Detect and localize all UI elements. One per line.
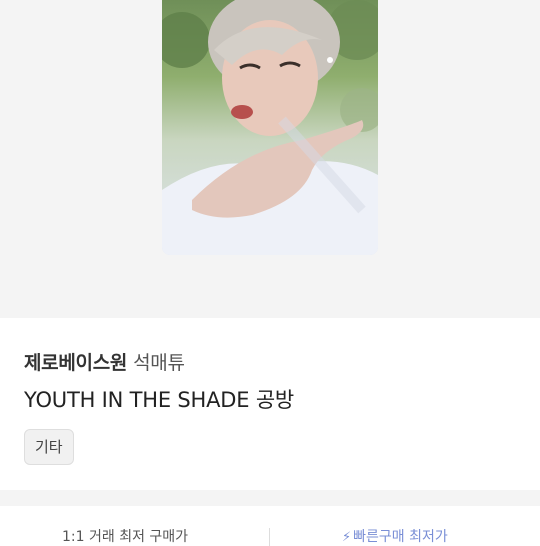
album-title: YOUTH IN THE SHADE 공방 (24, 388, 295, 412)
product-image-area (0, 0, 540, 318)
product-photo[interactable] (162, 0, 378, 255)
member-name: 석매튜 (133, 352, 185, 374)
product-info: 제로베이스원 석매튜 YOUTH IN THE SHADE 공방 기타 (0, 318, 540, 490)
quick-buy-lowest-price-tab[interactable]: ⚡ 빠른구매 최저가 (342, 526, 448, 546)
group-name: 제로베이스원 (24, 352, 128, 374)
photocard-illustration (162, 0, 378, 255)
category-chip[interactable]: 기타 (24, 429, 74, 465)
product-title-line1: 제로베이스원 석매튜 (24, 348, 185, 375)
direct-trade-label: 1:1 거래 최저 구매가 (62, 529, 189, 545)
section-divider (0, 490, 540, 506)
quick-buy-label: 빠른구매 최저가 (353, 529, 448, 545)
direct-trade-lowest-price-tab[interactable]: 1:1 거래 최저 구매가 (62, 526, 188, 546)
lightning-bolt-icon: ⚡ (342, 530, 352, 545)
price-tabs: 1:1 거래 최저 구매가 ⚡ 빠른구매 최저가 (0, 506, 540, 546)
tab-separator (269, 528, 270, 546)
